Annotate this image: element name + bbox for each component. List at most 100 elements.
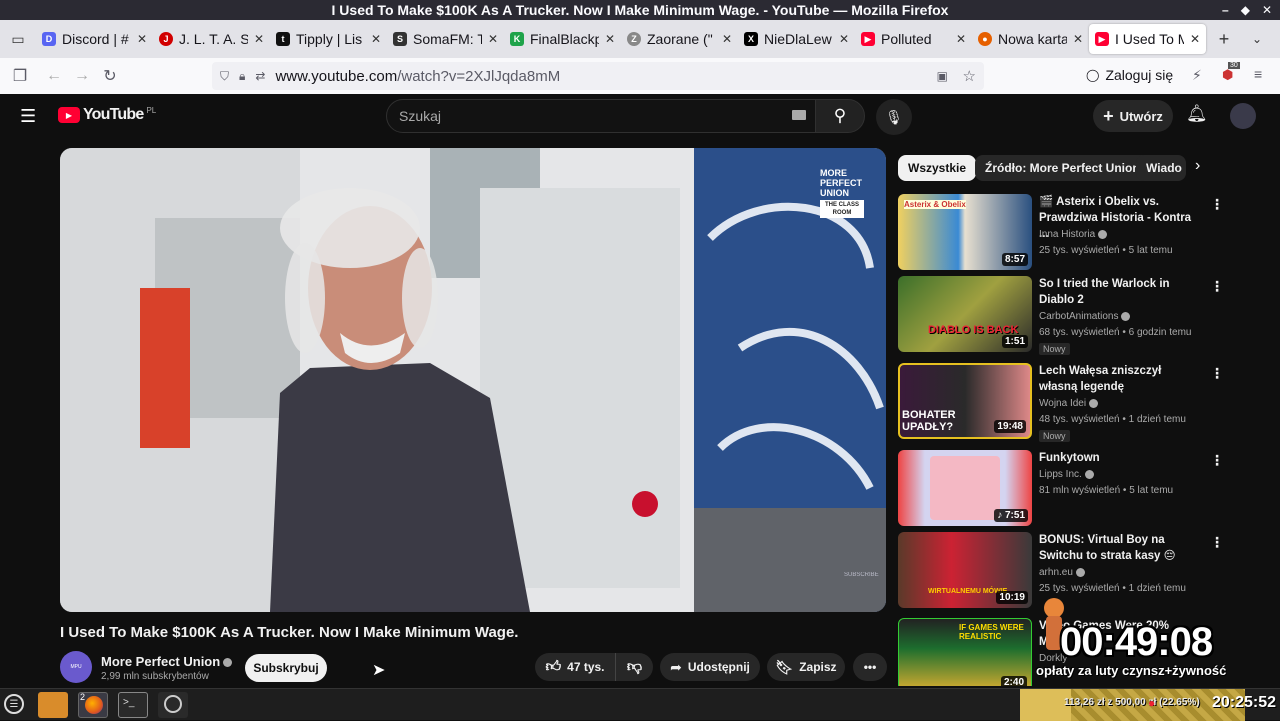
- ublock-icon[interactable]: ⬢ 30: [1222, 62, 1240, 83]
- tab-tipply[interactable]: t Tipply | Lis ✕: [270, 24, 387, 54]
- voice-search-button[interactable]: 🎙︎: [876, 99, 912, 135]
- recommendation-item[interactable]: BOHATER UPADŁY? 19:48 Lech Wałęsa zniszc…: [898, 363, 1228, 442]
- tab-niedlalew[interactable]: X NieDlaLew ✕: [738, 24, 855, 54]
- verified-icon: [1098, 229, 1108, 239]
- recommendation-channel[interactable]: Inna Historia: [1039, 229, 1108, 240]
- hamburger-menu-icon[interactable]: ☰: [20, 106, 36, 127]
- create-button[interactable]: + Utwórz: [1093, 100, 1173, 132]
- permissions-icon[interactable]: ⇄: [255, 69, 265, 83]
- subscribe-button[interactable]: Subskrybuj: [245, 654, 327, 682]
- video-thumbnail[interactable]: BOHATER UPADŁY? 19:48: [898, 363, 1032, 439]
- more-vert-icon[interactable]: ⋮: [1210, 365, 1224, 382]
- channel-avatar[interactable]: MPU: [60, 651, 92, 683]
- translate-icon[interactable]: ▣: [937, 69, 948, 83]
- recommendation-title[interactable]: So I tried the Warlock in Diablo 2: [1039, 276, 1199, 308]
- lock-icon[interactable]: 🔒︎: [239, 69, 245, 84]
- back-icon[interactable]: ←: [40, 62, 68, 90]
- more-vert-icon[interactable]: ⋮: [1210, 196, 1224, 213]
- tab-somafm[interactable]: S SomaFM: T ✕: [387, 24, 504, 54]
- more-vert-icon[interactable]: ⋮: [1210, 452, 1224, 469]
- new-tab-icon[interactable]: +: [1206, 29, 1242, 50]
- bookmark-star-icon[interactable]: ☆: [963, 67, 976, 85]
- maximize-icon[interactable]: ◆: [1241, 0, 1250, 20]
- video-thumbnail[interactable]: IF GAMES WERE REALISTIC 2:40: [898, 618, 1032, 686]
- keyboard-icon[interactable]: [792, 110, 806, 120]
- channel-name[interactable]: More Perfect Union: [101, 654, 233, 669]
- menu-icon[interactable]: ≡: [1254, 66, 1262, 82]
- list-all-tabs-icon[interactable]: ⌄: [1242, 32, 1272, 46]
- tab-close-icon[interactable]: ✕: [839, 32, 849, 46]
- terminal-icon[interactable]: >_: [118, 692, 148, 718]
- obs-icon[interactable]: [158, 692, 188, 718]
- tab-close-icon[interactable]: ✕: [137, 32, 147, 46]
- more-actions-button[interactable]: •••: [853, 653, 887, 681]
- dislike-button[interactable]: 👎︎: [615, 653, 653, 681]
- recommendation-channel[interactable]: arhn.eu: [1039, 567, 1085, 578]
- chip-source[interactable]: Źródło: More Perfect Union: [975, 155, 1150, 181]
- tab-close-icon[interactable]: ✕: [605, 32, 615, 46]
- video-thumbnail[interactable]: DIABLO IS BACK 1:51: [898, 276, 1032, 352]
- tab-close-icon[interactable]: ✕: [254, 32, 264, 46]
- tab-close-icon[interactable]: ✕: [1190, 32, 1200, 46]
- account-button[interactable]: ◯ Zaloguj się: [1086, 67, 1173, 83]
- tab-jltas[interactable]: J J. L. T. A. S S ✕: [153, 24, 270, 54]
- video-thumbnail[interactable]: ♪ 7:51: [898, 450, 1032, 526]
- file-manager-icon[interactable]: [38, 692, 68, 718]
- save-button[interactable]: 🔖︎ Zapisz: [767, 653, 845, 681]
- tab-list-icon[interactable]: ▭: [0, 31, 36, 48]
- share-button[interactable]: ➦ Udostępnij: [660, 653, 760, 681]
- sidebar-icon[interactable]: ❐: [6, 62, 34, 90]
- duration-text: 7:51: [1004, 510, 1025, 521]
- subscribe-watermark[interactable]: SUBSCRIBE: [844, 572, 879, 578]
- forward-icon[interactable]: →: [68, 62, 96, 90]
- recommendation-channel[interactable]: Lipps Inc.: [1039, 469, 1094, 480]
- app-menu-icon[interactable]: ☰: [4, 694, 24, 714]
- thumbs-down-icon: 👎︎: [626, 658, 643, 675]
- tab-discord[interactable]: D Discord | # ✕: [36, 24, 153, 54]
- tray-icon[interactable]: ●: [1148, 696, 1155, 710]
- recommendation-channel[interactable]: CarbotAnimations: [1039, 311, 1131, 322]
- chip-all[interactable]: Wszystkie: [898, 155, 977, 181]
- recommendation-item[interactable]: Asterix & Obelix 8:57 🎬 Asterix i Obelix…: [898, 194, 1228, 272]
- tab-close-icon[interactable]: ✕: [371, 32, 381, 46]
- shield-icon[interactable]: ⛉: [220, 69, 229, 84]
- search-button[interactable]: ⚲: [815, 99, 865, 133]
- notifications-bell-icon[interactable]: 🔔︎: [1186, 104, 1208, 124]
- minimize-icon[interactable]: –: [1222, 0, 1229, 20]
- tab-close-icon[interactable]: ✕: [488, 32, 498, 46]
- avatar[interactable]: [1230, 103, 1256, 129]
- chip-news[interactable]: Wiado: [1136, 155, 1186, 181]
- extensions-icon[interactable]: ⚡: [1192, 67, 1202, 84]
- url-text[interactable]: www.youtube.com/watch?v=2XJlJqda8mM: [275, 68, 560, 85]
- tab-active-video[interactable]: ▶ I Used To M ✕: [1089, 24, 1206, 54]
- recommendation-item[interactable]: ♪ 7:51 Funkytown Lipps Inc. 81 mln wyświ…: [898, 450, 1228, 528]
- close-window-icon[interactable]: ✕: [1262, 0, 1272, 20]
- address-bar[interactable]: ⛉ 🔒︎ ⇄ www.youtube.com/watch?v=2XJlJqda8…: [212, 62, 984, 90]
- more-vert-icon[interactable]: ⋮: [1210, 278, 1224, 295]
- plus-icon: +: [1103, 105, 1114, 126]
- recommendation-title[interactable]: Lech Wałęsa zniszczył własną legendę: [1039, 363, 1199, 395]
- recommendation-title[interactable]: Funkytown: [1039, 450, 1199, 466]
- recommendation-channel[interactable]: Wojna Idei: [1039, 398, 1099, 409]
- tab-close-icon[interactable]: ✕: [1073, 32, 1083, 46]
- video-thumbnail[interactable]: Asterix & Obelix 8:57: [898, 194, 1032, 270]
- like-button[interactable]: 👍︎ 47 tys.: [535, 653, 615, 681]
- more-vert-icon[interactable]: ⋮: [1210, 534, 1224, 551]
- video-player[interactable]: MORE PERFECT UNION THE CLASS ROOM SUBSCR…: [60, 148, 886, 612]
- tab-new-tab[interactable]: ● Nowa karta ✕: [972, 24, 1089, 54]
- recommendation-title[interactable]: BONUS: Virtual Boy na Switchu to strata …: [1039, 532, 1199, 564]
- search-input[interactable]: Szukaj: [386, 99, 816, 133]
- share-icon: ➦: [670, 658, 682, 675]
- tab-finalblackp[interactable]: K FinalBlackp ✕: [504, 24, 621, 54]
- video-thumbnail[interactable]: WIRTUALNEMU MÓWIĘ 10:19: [898, 532, 1032, 608]
- tab-close-icon[interactable]: ✕: [722, 32, 732, 46]
- recommendation-item[interactable]: DIABLO IS BACK 1:51 So I tried the Warlo…: [898, 276, 1228, 355]
- chevron-right-icon[interactable]: ›: [1195, 157, 1200, 175]
- reload-icon[interactable]: ↻: [96, 62, 124, 90]
- tab-close-icon[interactable]: ✕: [956, 32, 966, 46]
- tab-zaorane[interactable]: Z Zaorane (" ✕: [621, 24, 738, 54]
- tab-polluted[interactable]: ▶ Polluted ✕: [855, 24, 972, 54]
- youtube-logo[interactable]: ▶ YouTube PL: [58, 106, 156, 124]
- firefox-taskbar-icon[interactable]: 2: [78, 692, 108, 718]
- create-label: Utwórz: [1119, 108, 1163, 124]
